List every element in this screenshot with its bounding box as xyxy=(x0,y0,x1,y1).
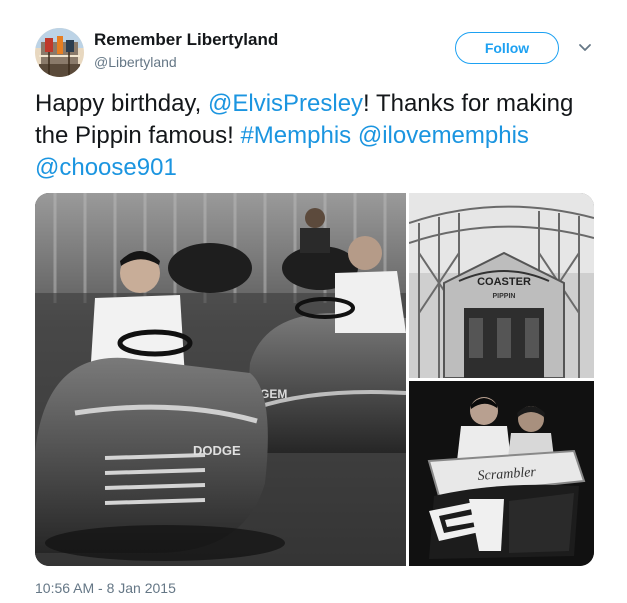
tweet-text-segment xyxy=(351,122,358,149)
pippin-sign: PIPPIN xyxy=(493,293,516,300)
coaster-sign: COASTER xyxy=(477,276,531,288)
avatar[interactable] xyxy=(35,28,84,77)
tweet-menu-button[interactable] xyxy=(575,38,595,58)
tweet-card: Remember Libertyland @Libertyland Follow… xyxy=(0,0,627,603)
car-label-gem: GEM xyxy=(260,387,287,401)
mention-link-elvispresley[interactable]: @ElvisPresley xyxy=(208,90,363,117)
tweet-text: Happy birthday, @ElvisPresley! Thanks fo… xyxy=(35,88,595,184)
photo-scrambler-ride[interactable]: Scrambler xyxy=(409,381,594,566)
bumper-cars-image: GEM DODGE xyxy=(35,193,406,566)
scrambler-ride-image: Scrambler xyxy=(409,381,594,566)
photo-coaster-entrance[interactable]: COASTER PIPPIN xyxy=(409,193,594,378)
mention-link-choose901[interactable]: @choose901 xyxy=(35,154,177,181)
media-grid: GEM DODGE COASTER PIPPIN Scrambler xyxy=(35,193,594,566)
car-label-dodgem: DODGE xyxy=(193,443,241,458)
mention-link-ilovememphis[interactable]: @ilovememphis xyxy=(358,122,529,149)
tweet-text-segment: Happy birthday, xyxy=(35,90,208,117)
author-handle[interactable]: @Libertyland xyxy=(94,54,177,70)
photo-bumper-cars[interactable]: GEM DODGE xyxy=(35,193,406,566)
chevron-down-icon xyxy=(579,44,591,51)
hashtag-link-memphis[interactable]: #Memphis xyxy=(240,122,351,149)
roller-coaster-avatar-icon xyxy=(35,28,84,77)
tweet-timestamp[interactable]: 10:56 AM - 8 Jan 2015 xyxy=(35,580,176,596)
coaster-entrance-image: COASTER PIPPIN xyxy=(409,193,594,378)
author-display-name[interactable]: Remember Libertyland xyxy=(94,30,278,50)
follow-button[interactable]: Follow xyxy=(455,32,559,64)
